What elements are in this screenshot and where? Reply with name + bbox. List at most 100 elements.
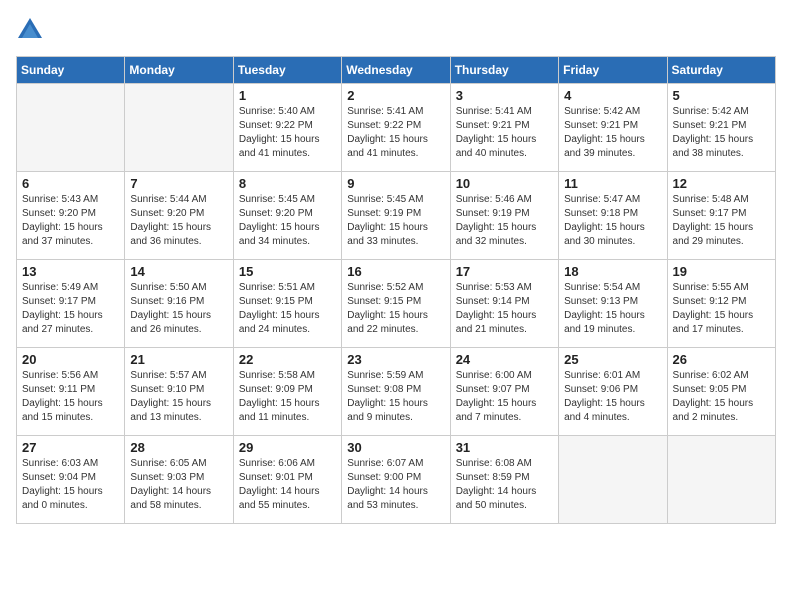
calendar-cell: 24Sunrise: 6:00 AM Sunset: 9:07 PM Dayli… [450,348,558,436]
logo [16,16,48,44]
calendar-cell: 9 Sunrise: 5:45 AM Sunset: 9:19 PM Daylig… [342,172,450,260]
calendar-cell: 8 Sunrise: 5:45 AM Sunset: 9:20 PM Daylig… [233,172,341,260]
calendar-cell [559,436,667,524]
day-info: Sunrise: 5:55 AM Sunset: 9:12 PM Dayligh… [673,281,770,337]
week-row-3: 13 Sunrise: 5:49 AM Sunset: 9:17 PM Dayli… [17,260,776,348]
calendar-cell [125,84,233,172]
weekday-header-wednesday: Wednesday [342,57,450,84]
page-header [16,16,776,44]
day-info: Sunrise: 6:07 AM Sunset: 9:00 PM Dayligh… [347,457,444,513]
day-number: 27 [22,440,119,455]
day-number: 6 [22,176,119,191]
day-number: 23 [347,352,444,367]
day-info: Sunrise: 6:02 AM Sunset: 9:05 PM Dayligh… [673,369,770,425]
weekday-header-monday: Monday [125,57,233,84]
day-number: 18 [564,264,661,279]
day-number: 31 [456,440,553,455]
calendar-cell: 3 Sunrise: 5:41 AM Sunset: 9:21 PM Daylig… [450,84,558,172]
day-info: Sunrise: 6:08 AM Sunset: 8:59 PM Dayligh… [456,457,553,513]
day-number: 3 [456,88,553,103]
day-info: Sunrise: 5:42 AM Sunset: 9:21 PM Dayligh… [564,105,661,161]
day-number: 9 [347,176,444,191]
weekday-header-friday: Friday [559,57,667,84]
calendar-cell: 13 Sunrise: 5:49 AM Sunset: 9:17 PM Dayli… [17,260,125,348]
day-info: Sunrise: 5:50 AM Sunset: 9:16 PM Dayligh… [130,281,227,337]
day-info: Sunrise: 5:59 AM Sunset: 9:08 PM Dayligh… [347,369,444,425]
day-info: Sunrise: 5:52 AM Sunset: 9:15 PM Dayligh… [347,281,444,337]
week-row-5: 27 Sunrise: 6:03 AM Sunset: 9:04 PM Dayli… [17,436,776,524]
day-info: Sunrise: 5:45 AM Sunset: 9:19 PM Dayligh… [347,193,444,249]
day-number: 29 [239,440,336,455]
day-number: 1 [239,88,336,103]
day-info: Sunrise: 5:54 AM Sunset: 9:13 PM Dayligh… [564,281,661,337]
weekday-header-saturday: Saturday [667,57,775,84]
day-number: 17 [456,264,553,279]
day-info: Sunrise: 5:46 AM Sunset: 9:19 PM Dayligh… [456,193,553,249]
day-info: Sunrise: 5:45 AM Sunset: 9:20 PM Dayligh… [239,193,336,249]
day-info: Sunrise: 5:56 AM Sunset: 9:11 PM Dayligh… [22,369,119,425]
day-info: Sunrise: 5:43 AM Sunset: 9:20 PM Dayligh… [22,193,119,249]
day-number: 13 [22,264,119,279]
weekday-header-tuesday: Tuesday [233,57,341,84]
calendar-cell: 23 Sunrise: 5:59 AM Sunset: 9:08 PM Dayli… [342,348,450,436]
week-row-1: 1Sunrise: 5:40 AM Sunset: 9:22 PM Daylig… [17,84,776,172]
day-info: Sunrise: 5:47 AM Sunset: 9:18 PM Dayligh… [564,193,661,249]
calendar-cell: 30 Sunrise: 6:07 AM Sunset: 9:00 PM Dayli… [342,436,450,524]
calendar-cell [17,84,125,172]
calendar-cell: 7 Sunrise: 5:44 AM Sunset: 9:20 PM Daylig… [125,172,233,260]
day-number: 4 [564,88,661,103]
day-info: Sunrise: 5:42 AM Sunset: 9:21 PM Dayligh… [673,105,770,161]
calendar-cell: 31 Sunrise: 6:08 AM Sunset: 8:59 PM Dayli… [450,436,558,524]
day-number: 11 [564,176,661,191]
calendar-cell: 26Sunrise: 6:02 AM Sunset: 9:05 PM Dayli… [667,348,775,436]
day-number: 20 [22,352,119,367]
calendar-cell: 5 Sunrise: 5:42 AM Sunset: 9:21 PM Daylig… [667,84,775,172]
day-info: Sunrise: 5:41 AM Sunset: 9:21 PM Dayligh… [456,105,553,161]
day-number: 19 [673,264,770,279]
calendar-cell: 1Sunrise: 5:40 AM Sunset: 9:22 PM Daylig… [233,84,341,172]
calendar-cell [667,436,775,524]
calendar-cell: 4 Sunrise: 5:42 AM Sunset: 9:21 PM Daylig… [559,84,667,172]
calendar-cell: 15Sunrise: 5:51 AM Sunset: 9:15 PM Dayli… [233,260,341,348]
day-info: Sunrise: 5:53 AM Sunset: 9:14 PM Dayligh… [456,281,553,337]
calendar-cell: 25 Sunrise: 6:01 AM Sunset: 9:06 PM Dayli… [559,348,667,436]
day-number: 30 [347,440,444,455]
calendar-cell: 27 Sunrise: 6:03 AM Sunset: 9:04 PM Dayli… [17,436,125,524]
weekday-header-thursday: Thursday [450,57,558,84]
day-number: 14 [130,264,227,279]
day-info: Sunrise: 5:58 AM Sunset: 9:09 PM Dayligh… [239,369,336,425]
day-info: Sunrise: 5:49 AM Sunset: 9:17 PM Dayligh… [22,281,119,337]
day-info: Sunrise: 6:06 AM Sunset: 9:01 PM Dayligh… [239,457,336,513]
day-number: 8 [239,176,336,191]
calendar-cell: 28 Sunrise: 6:05 AM Sunset: 9:03 PM Dayli… [125,436,233,524]
day-number: 5 [673,88,770,103]
day-number: 15 [239,264,336,279]
day-info: Sunrise: 5:44 AM Sunset: 9:20 PM Dayligh… [130,193,227,249]
calendar-cell: 29 Sunrise: 6:06 AM Sunset: 9:01 PM Dayli… [233,436,341,524]
day-info: Sunrise: 5:48 AM Sunset: 9:17 PM Dayligh… [673,193,770,249]
calendar-cell: 19 Sunrise: 5:55 AM Sunset: 9:12 PM Dayli… [667,260,775,348]
calendar-cell: 18 Sunrise: 5:54 AM Sunset: 9:13 PM Dayli… [559,260,667,348]
week-row-2: 6 Sunrise: 5:43 AM Sunset: 9:20 PM Daylig… [17,172,776,260]
day-number: 25 [564,352,661,367]
day-number: 7 [130,176,227,191]
calendar-cell: 16 Sunrise: 5:52 AM Sunset: 9:15 PM Dayli… [342,260,450,348]
day-info: Sunrise: 6:03 AM Sunset: 9:04 PM Dayligh… [22,457,119,513]
day-info: Sunrise: 6:05 AM Sunset: 9:03 PM Dayligh… [130,457,227,513]
day-number: 2 [347,88,444,103]
calendar-cell: 21Sunrise: 5:57 AM Sunset: 9:10 PM Dayli… [125,348,233,436]
day-info: Sunrise: 6:01 AM Sunset: 9:06 PM Dayligh… [564,369,661,425]
day-number: 12 [673,176,770,191]
day-info: Sunrise: 5:57 AM Sunset: 9:10 PM Dayligh… [130,369,227,425]
day-info: Sunrise: 6:00 AM Sunset: 9:07 PM Dayligh… [456,369,553,425]
day-number: 28 [130,440,227,455]
calendar-cell: 10 Sunrise: 5:46 AM Sunset: 9:19 PM Dayli… [450,172,558,260]
day-number: 16 [347,264,444,279]
calendar-cell: 22Sunrise: 5:58 AM Sunset: 9:09 PM Dayli… [233,348,341,436]
week-row-4: 20 Sunrise: 5:56 AM Sunset: 9:11 PM Dayli… [17,348,776,436]
weekday-header-row: SundayMondayTuesdayWednesdayThursdayFrid… [17,57,776,84]
day-number: 10 [456,176,553,191]
calendar-cell: 17 Sunrise: 5:53 AM Sunset: 9:14 PM Dayli… [450,260,558,348]
logo-icon [16,16,44,44]
calendar-cell: 14 Sunrise: 5:50 AM Sunset: 9:16 PM Dayli… [125,260,233,348]
